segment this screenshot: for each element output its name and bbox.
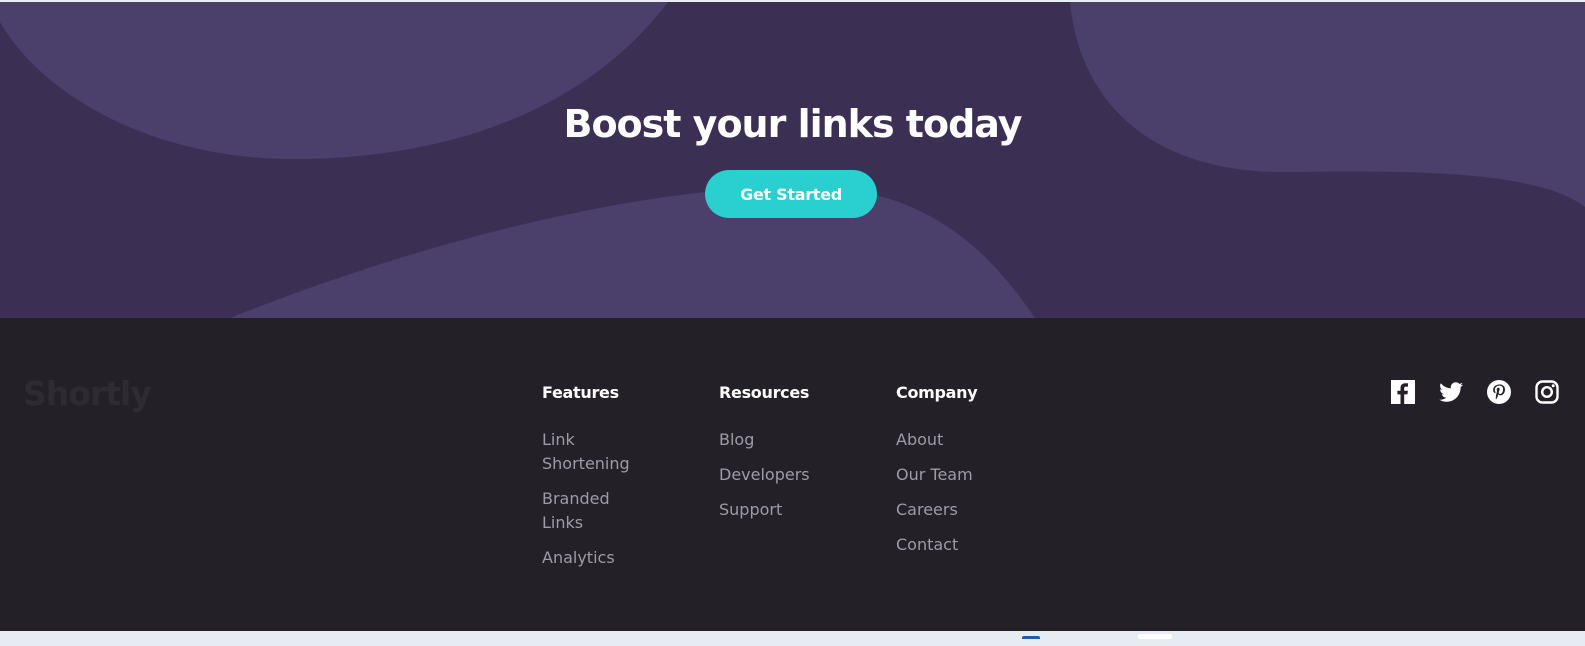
footer: Shortly Features Link Shortening Branded…: [0, 318, 1585, 631]
bottom-strip: [0, 631, 1585, 646]
footer-column-company: Company About Our Team Careers Contact: [896, 382, 1026, 568]
twitter-icon[interactable]: [1439, 380, 1463, 404]
footer-column-resources: Resources Blog Developers Support: [719, 382, 849, 533]
boost-background-shapes: [0, 2, 1585, 318]
list-item: Careers: [896, 498, 1026, 522]
page: Boost your links today Get Started Short…: [0, 0, 1585, 646]
list-item: Developers: [719, 463, 849, 487]
strip-indicator: [1138, 634, 1172, 639]
footer-link-list: About Our Team Careers Contact: [896, 428, 1026, 557]
list-item: Contact: [896, 533, 1026, 557]
footer-link-blog[interactable]: Blog: [719, 428, 754, 452]
footer-link-link-shortening[interactable]: Link Shortening: [542, 428, 642, 476]
boost-shape-bottom: [230, 186, 1035, 318]
footer-link-contact[interactable]: Contact: [896, 533, 958, 557]
list-item: Support: [719, 498, 849, 522]
footer-column-features: Features Link Shortening Branded Links A…: [542, 382, 642, 581]
footer-column-title: Resources: [719, 383, 810, 402]
list-item: About: [896, 428, 1026, 452]
boost-title: Boost your links today: [563, 102, 1022, 146]
footer-column-title: Features: [542, 383, 619, 402]
footer-link-our-team[interactable]: Our Team: [896, 463, 973, 487]
instagram-icon[interactable]: [1535, 380, 1559, 404]
footer-link-about[interactable]: About: [896, 428, 943, 452]
footer-link-analytics[interactable]: Analytics: [542, 546, 615, 570]
strip-indicator: [1022, 636, 1040, 639]
footer-link-support[interactable]: Support: [719, 498, 782, 522]
list-item: Our Team: [896, 463, 1026, 487]
footer-link-careers[interactable]: Careers: [896, 498, 958, 522]
get-started-button[interactable]: Get Started: [705, 170, 877, 218]
list-item: Blog: [719, 428, 849, 452]
footer-link-developers[interactable]: Developers: [719, 463, 810, 487]
footer-logo[interactable]: Shortly: [23, 374, 152, 413]
footer-column-title: Company: [896, 383, 978, 402]
list-item: Analytics: [542, 546, 642, 570]
pinterest-icon[interactable]: [1487, 380, 1511, 404]
facebook-icon[interactable]: [1391, 380, 1415, 404]
list-item: Branded Links: [542, 487, 642, 535]
boost-section: Boost your links today Get Started: [0, 2, 1585, 318]
footer-link-list: Link Shortening Branded Links Analytics: [542, 428, 642, 570]
footer-link-list: Blog Developers Support: [719, 428, 849, 522]
social-links: [1391, 380, 1559, 404]
footer-link-branded-links[interactable]: Branded Links: [542, 487, 642, 535]
list-item: Link Shortening: [542, 428, 642, 476]
